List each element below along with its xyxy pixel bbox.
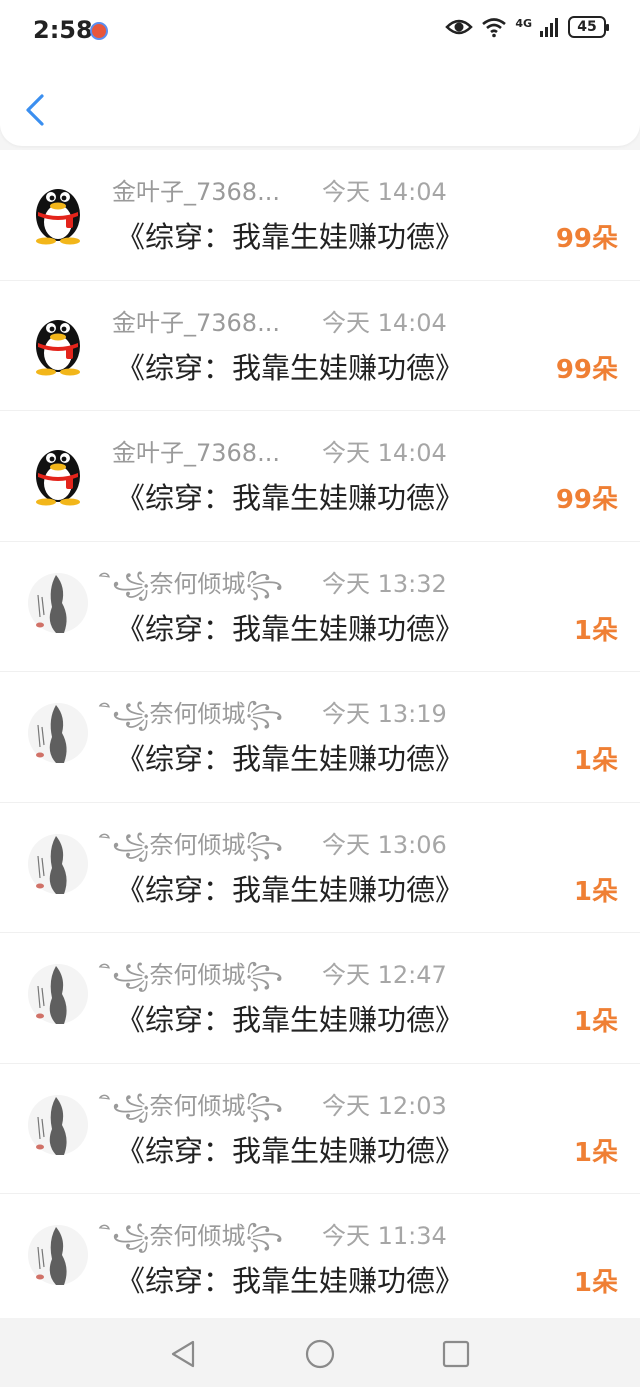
system-nav-bar: [0, 1318, 640, 1387]
recents-square-icon[interactable]: [438, 1336, 474, 1372]
book-title: 《综穿：我靠生娃赚功德》: [116, 1264, 465, 1298]
book-title: 《综穿：我靠生娃赚功德》: [116, 481, 465, 515]
timestamp: 今天 13:19: [322, 700, 447, 728]
timestamp: 今天 12:47: [322, 961, 447, 989]
gift-count: 99朵: [555, 354, 618, 385]
list-item[interactable]: ิ꧁奈何倾城꧂ 今天 13:06 《综穿：我靠生娃赚功德》 1朵: [0, 801, 640, 932]
signal-icon: [540, 18, 558, 37]
gift-count: 1朵: [573, 1007, 618, 1037]
book-title: 《综穿：我靠生娃赚功德》: [116, 220, 465, 254]
timestamp: 今天 11:34: [322, 1222, 447, 1250]
header: 2:58 4G 45: [0, 0, 640, 146]
ink-figure-avatar-icon: [28, 833, 88, 894]
gift-count: 1朵: [573, 1137, 618, 1168]
notification-badge-icon: [90, 22, 108, 40]
chevron-left-icon[interactable]: [20, 92, 50, 128]
ink-figure-avatar-icon: [28, 572, 88, 633]
penguin-avatar-icon: [36, 189, 80, 245]
wifi-icon: [482, 18, 507, 38]
list-item[interactable]: ิ꧁奈何倾城꧂ 今天 12:03 《综穿：我靠生娃赚功德》 1朵: [0, 1062, 640, 1193]
list-item[interactable]: ิ꧁奈何倾城꧂ 今天 11:34 《综穿：我靠生娃赚功德》 1朵: [0, 1193, 640, 1324]
timestamp: 今天 14:04: [322, 439, 447, 467]
book-title: 《综穿：我靠生娃赚功德》: [116, 611, 465, 646]
timestamp: 今天 13:06: [322, 830, 447, 859]
gift-count: 99朵: [555, 224, 618, 254]
list-item[interactable]: ิ꧁奈何倾城꧂ 今天 12:47 《综穿：我靠生娃赚功德》 1朵: [0, 932, 640, 1063]
book-title: 《综穿：我靠生娃赚功德》: [116, 350, 465, 385]
book-title: 《综穿：我靠生娃赚功德》: [116, 1133, 465, 1168]
gift-list: 金叶子_7368... 今天 14:04 《综穿：我靠生娃赚功德》 99朵 金叶…: [0, 150, 640, 1324]
book-title: 《综穿：我靠生娃赚功德》: [116, 872, 465, 907]
list-item[interactable]: 金叶子_7368... 今天 14:04 《综穿：我靠生娃赚功德》 99朵: [0, 410, 640, 541]
timestamp: 今天 14:04: [322, 308, 447, 337]
ink-figure-avatar-icon: [28, 1225, 88, 1285]
ink-figure-avatar-icon: [28, 964, 88, 1024]
timestamp: 今天 12:03: [322, 1091, 447, 1120]
gift-count: 1朵: [573, 746, 618, 776]
ink-figure-avatar-icon: [28, 1094, 88, 1155]
penguin-avatar-icon: [36, 319, 80, 375]
book-title: 《综穿：我靠生娃赚功德》: [116, 1003, 465, 1037]
list-item[interactable]: ิ꧁奈何倾城꧂ 今天 13:19 《综穿：我靠生娃赚功德》 1朵: [0, 671, 640, 802]
gift-count: 1朵: [573, 876, 618, 907]
gift-count: 1朵: [573, 1268, 618, 1298]
sender-name: 金叶子_7368...: [112, 439, 280, 467]
eye-icon: [445, 19, 474, 35]
gift-count: 1朵: [573, 615, 618, 646]
network-type: 4G: [515, 16, 532, 30]
home-circle-icon[interactable]: [302, 1336, 338, 1372]
list-item[interactable]: ิ꧁奈何倾城꧂ 今天 13:32 《综穿：我靠生娃赚功德》 1朵: [0, 540, 640, 671]
timestamp: 今天 14:04: [322, 178, 447, 206]
status-time: 2:58: [33, 16, 93, 44]
timestamp: 今天 13:32: [322, 569, 447, 598]
penguin-avatar-icon: [36, 450, 80, 506]
battery-icon: 45: [568, 16, 609, 38]
list-item[interactable]: 金叶子_7368... 今天 14:04 《综穿：我靠生娃赚功德》 99朵: [0, 279, 640, 410]
gift-count: 99朵: [555, 485, 618, 515]
list-item[interactable]: 金叶子_7368... 今天 14:04 《综穿：我靠生娃赚功德》 99朵: [0, 150, 640, 280]
sender-name: 金叶子_7368...: [112, 178, 280, 206]
status-icons: 4G 45: [445, 16, 609, 38]
back-triangle-icon[interactable]: [165, 1336, 201, 1372]
book-title: 《综穿：我靠生娃赚功德》: [116, 742, 465, 776]
ink-figure-avatar-icon: [28, 703, 88, 763]
sender-name: 金叶子_7368...: [112, 308, 280, 337]
